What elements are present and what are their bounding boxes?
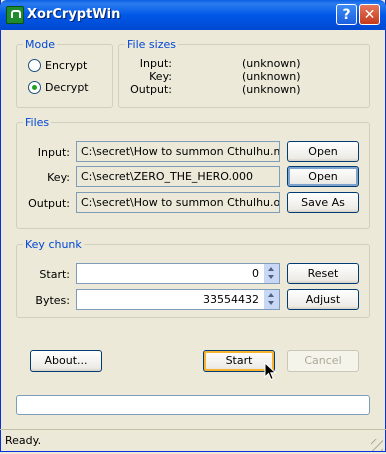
app-lock-icon: [6, 6, 24, 24]
input-file-path[interactable]: C:\secret\How to summon Cthulhu.mp4: [76, 141, 280, 162]
mode-group: Mode: [16, 38, 113, 108]
reset-button[interactable]: Reset: [287, 263, 359, 284]
files-legend: Files: [25, 116, 50, 129]
file-sizes-legend: File sizes: [127, 38, 176, 51]
start-value: 0: [252, 267, 259, 280]
size-key-label: Key:: [149, 70, 172, 83]
mode-legend: Mode: [25, 38, 55, 51]
save-as-button[interactable]: Save As: [287, 192, 359, 213]
output-file-path[interactable]: C:\secret\How to summon Cthulhu.out: [76, 192, 280, 213]
status-bar: Ready.: [0, 429, 386, 454]
resize-grip-icon[interactable]: [371, 439, 383, 451]
bytes-value: 33554432: [203, 293, 259, 306]
adjust-button[interactable]: Adjust: [287, 289, 359, 310]
close-button[interactable]: ✕: [359, 4, 380, 25]
key-file-label: Key:: [47, 171, 70, 184]
open-key-button[interactable]: Open: [287, 166, 359, 187]
size-input-label: Input:: [139, 57, 172, 70]
help-button[interactable]: ?: [336, 4, 357, 25]
bytes-spin-arrows-icon[interactable]: [264, 290, 279, 309]
bytes-label: Bytes:: [35, 294, 70, 307]
key-chunk-legend: Key chunk: [25, 238, 82, 251]
size-output-label: Output:: [130, 83, 172, 96]
key-file-path[interactable]: C:\secret\ZERO_THE_HERO.000: [76, 166, 280, 187]
encrypt-label[interactable]: Encrypt: [45, 59, 87, 72]
progress-bar: [16, 395, 370, 415]
start-label: Start:: [39, 268, 70, 281]
encrypt-radio[interactable]: [28, 59, 41, 72]
size-input-value: (unknown): [242, 57, 301, 70]
about-button[interactable]: About...: [30, 350, 102, 372]
size-output-value: (unknown): [242, 83, 301, 96]
window-title: XorCryptWin: [27, 7, 121, 22]
decrypt-radio[interactable]: [28, 81, 41, 94]
size-key-value: (unknown): [242, 70, 301, 83]
cancel-button[interactable]: Cancel: [287, 350, 359, 372]
start-spin-arrows-icon[interactable]: [264, 264, 279, 283]
decrypt-label[interactable]: Decrypt: [45, 81, 89, 94]
title-bar[interactable]: XorCryptWin ? ✕: [0, 0, 386, 30]
bytes-spinner[interactable]: 33554432: [76, 289, 280, 310]
status-text: Ready.: [5, 434, 42, 447]
output-file-label: Output:: [28, 197, 70, 210]
mouse-pointer-icon: [264, 362, 277, 381]
open-input-button[interactable]: Open: [287, 141, 359, 162]
start-spinner[interactable]: 0: [76, 263, 280, 284]
input-file-label: Input:: [37, 146, 70, 159]
